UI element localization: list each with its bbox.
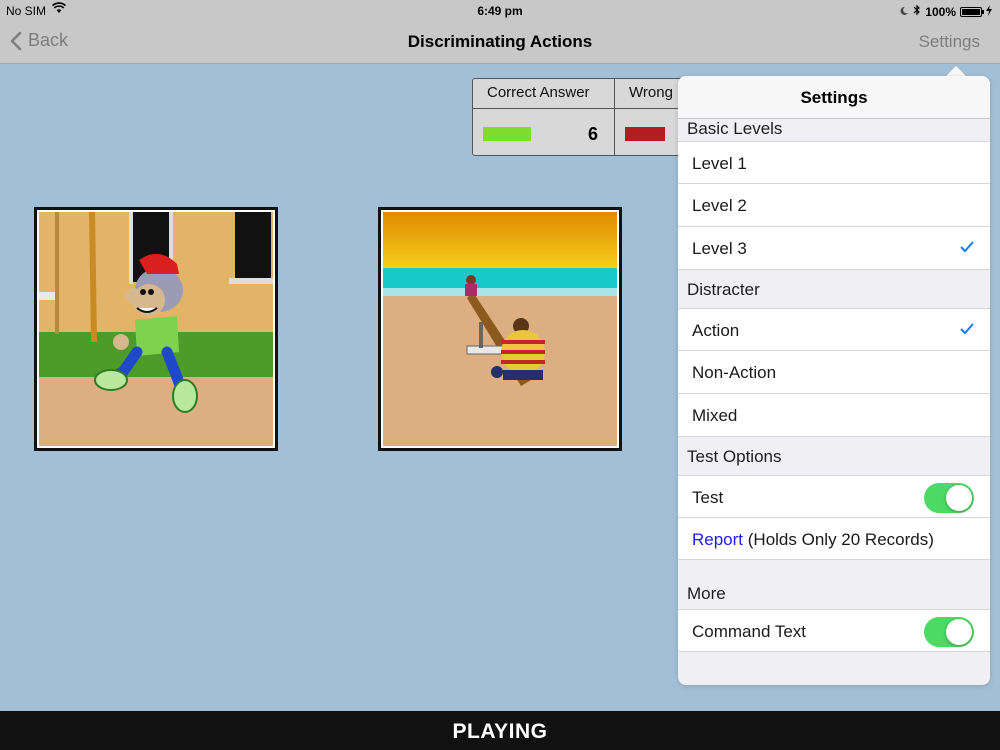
level-3-row[interactable]: Level 3 xyxy=(678,227,990,270)
section-title-test-options: Test Options xyxy=(687,447,782,466)
report-note: (Holds Only 20 Records) xyxy=(747,530,934,549)
test-row: Test xyxy=(678,475,990,518)
checkmark-icon xyxy=(960,241,974,253)
wrong-answer-bar xyxy=(625,127,665,141)
section-title-basic-levels: Basic Levels xyxy=(687,119,783,138)
moon-icon xyxy=(899,5,909,19)
checkmark-icon xyxy=(960,323,974,335)
toggle-knob xyxy=(946,619,972,645)
test-label: Test xyxy=(692,488,724,507)
distracter-mixed-row[interactable]: Mixed xyxy=(678,394,990,437)
level-3-label: Level 3 xyxy=(692,239,747,258)
distracter-action-label: Action xyxy=(692,321,740,340)
answer-picture-seesaw[interactable] xyxy=(378,207,622,451)
distracter-action-row[interactable]: Action xyxy=(678,308,990,351)
answer-picture-running-boy[interactable] xyxy=(34,207,278,451)
level-1-label: Level 1 xyxy=(692,154,747,173)
report-link[interactable]: Report xyxy=(692,530,743,549)
settings-popover-title: Settings xyxy=(678,76,990,119)
command-text-toggle[interactable] xyxy=(924,617,974,647)
battery-icon xyxy=(960,6,984,17)
status-bar: No SIM 6:49 pm 100% xyxy=(0,0,1000,22)
status-right: 100% xyxy=(899,4,992,19)
running-boy-illustration xyxy=(39,212,273,446)
level-2-row[interactable]: Level 2 xyxy=(678,184,990,227)
navigation-bar: Back Discriminating Actions Settings xyxy=(0,22,1000,64)
report-row: Report (Holds Only 20 Records) xyxy=(678,518,990,560)
section-title-distracter: Distracter xyxy=(687,280,760,299)
correct-answer-header: Correct Answer xyxy=(473,79,614,109)
correct-answer-bar xyxy=(483,127,531,141)
correct-answer-column: Correct Answer 6 xyxy=(473,79,615,155)
page-title: Discriminating Actions xyxy=(407,32,593,51)
distracter-non-action-row[interactable]: Non-Action xyxy=(678,351,990,394)
level-2-label: Level 2 xyxy=(692,196,747,215)
command-text-row: Command Text xyxy=(678,609,990,652)
toggle-knob xyxy=(946,485,972,511)
game-status-bar: PLAYING xyxy=(0,711,1000,750)
distracter-non-action-label: Non-Action xyxy=(692,363,777,382)
clock-label: 6:49 pm xyxy=(477,4,523,18)
test-toggle[interactable] xyxy=(924,483,974,513)
settings-popover: Settings Basic Levels Level 1 Level 2 Le… xyxy=(678,76,990,685)
battery-percent: 100% xyxy=(925,4,956,19)
charging-icon xyxy=(986,4,992,19)
game-status-label: PLAYING xyxy=(452,720,548,743)
section-title-more: More xyxy=(687,584,726,603)
distracter-mixed-label: Mixed xyxy=(692,406,738,425)
correct-answer-count: 6 xyxy=(587,124,598,144)
level-1-row[interactable]: Level 1 xyxy=(678,141,990,184)
settings-button[interactable]: Settings xyxy=(919,32,980,52)
seesaw-illustration xyxy=(383,212,617,446)
command-text-label: Command Text xyxy=(692,622,807,641)
bluetooth-icon xyxy=(913,4,921,19)
